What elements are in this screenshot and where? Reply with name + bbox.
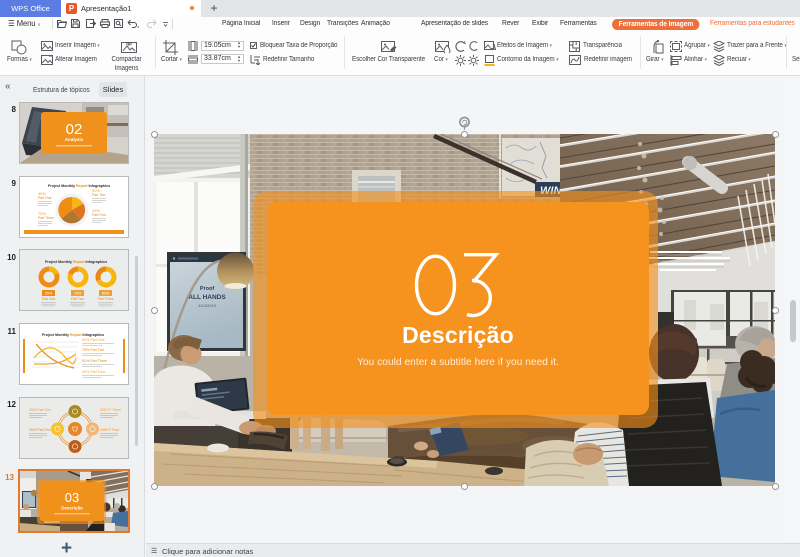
svg-text:62% Part One: 62% Part One [82,338,105,342]
svg-text:2021 P. Four: 2021 P. Four [100,428,120,432]
svg-text:02: 02 [66,121,83,138]
svg-text:Part Two: Part Two [71,297,84,301]
svg-text:03: 03 [65,490,79,505]
svg-text:Part One: Part One [38,196,52,200]
svg-text:Part Two: Part Two [92,193,105,197]
svg-text:2020 P. Three: 2020 P. Three [100,408,121,412]
svg-text:Part Four: Part Four [92,213,107,217]
svg-text:4/24/2019: 4/24/2019 [198,303,217,308]
svg-text:Analysis: Analysis [65,137,84,142]
svg-text:Proof: Proof [200,286,215,292]
svg-text:43% Part Four: 43% Part Four [82,370,106,374]
svg-text:75%: 75% [74,292,82,296]
svg-text:Part Three: Part Three [38,216,54,220]
svg-text:35%: 35% [45,292,53,296]
svg-text:Project Monthly Report Infogra: Project Monthly Report Infographics [45,260,107,264]
svg-text:75% Part Two: 75% Part Two [82,348,104,352]
svg-text:ALL HANDS: ALL HANDS [188,294,226,301]
svg-text:60%: 60% [102,292,110,296]
svg-text:Project Monthly Report Infogra: Project Monthly Report Infographics [48,184,110,188]
svg-text:Descrição: Descrição [61,506,83,511]
svg-text:Part One: Part One [42,297,56,301]
svg-text:Part Three: Part Three [98,297,114,301]
svg-text:51% Part Three: 51% Part Three [82,359,107,363]
svg-text:Project Monthly Report Infogra: Project Monthly Report Infographics [42,333,104,337]
svg-text:2018 Part One: 2018 Part One [29,408,51,412]
svg-text:2019 Part Two: 2019 Part Two [29,428,51,432]
